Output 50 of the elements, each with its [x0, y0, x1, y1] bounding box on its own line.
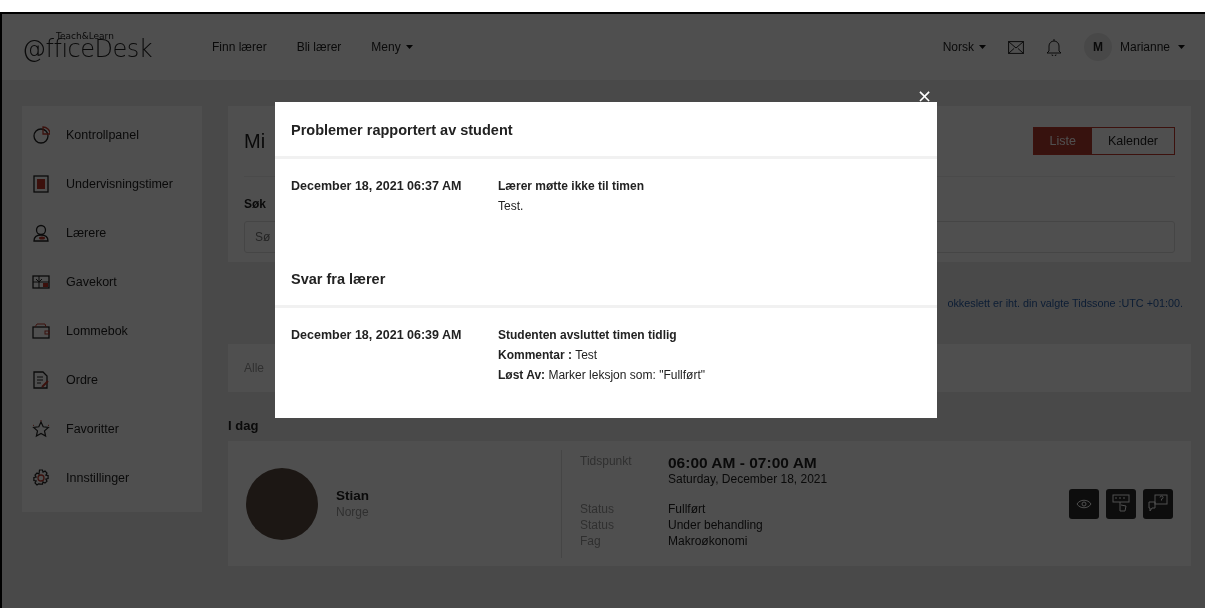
- sidebar-item[interactable]: Lommebok: [22, 306, 202, 355]
- settings-icon: [32, 468, 50, 487]
- search-label: Søk: [244, 197, 266, 211]
- section-heading: I dag: [228, 418, 260, 433]
- eye-icon[interactable]: [1069, 488, 1099, 519]
- sidebar-item[interactable]: Innstillinger: [22, 453, 202, 502]
- dialog-section-title: Svar fra lærer: [275, 249, 937, 308]
- report-heading: Studenten avsluttet timen tidlig: [498, 328, 678, 342]
- report-text: Test.: [498, 199, 525, 213]
- sidebar-item[interactable]: Gavekort: [22, 257, 202, 306]
- document-icon: [32, 370, 50, 389]
- nav-link[interactable]: Bli lærer: [296, 40, 342, 54]
- lesson-time: 06:00 AM - 07:00 AM: [668, 453, 818, 472]
- person-icon: [32, 223, 50, 242]
- sidebar-item[interactable]: Kontrollpanel: [22, 110, 202, 159]
- caret-icon: [405, 45, 413, 49]
- user-avatar: M: [1083, 33, 1112, 61]
- app-logo[interactable]: Teach&Learn @fficeDesk: [22, 31, 192, 63]
- report-heading: Lærer møtte ikke til timen: [498, 179, 646, 193]
- user-menu[interactable]: M Marianne: [1083, 33, 1185, 61]
- caret-icon: [1178, 45, 1185, 49]
- caret-icon: [978, 45, 986, 49]
- chat-question-icon[interactable]: [1143, 488, 1173, 519]
- dialog-section-title: Problemer rapportert av student: [275, 102, 937, 159]
- teacher-name: Stian: [336, 488, 370, 503]
- keypad-hand-icon[interactable]: [1106, 488, 1136, 519]
- report-date: December 18, 2021 06:39 AM: [291, 328, 463, 344]
- lesson-date: Saturday, December 18, 2021: [668, 471, 829, 486]
- wallet-icon: [32, 321, 50, 340]
- mail-icon[interactable]: [1007, 40, 1024, 54]
- nav-link[interactable]: Finn lærer: [212, 40, 267, 54]
- field-value: Fullført: [668, 501, 707, 516]
- sidebar-item[interactable]: Ordre: [22, 355, 202, 404]
- report-text: Kommentar : Test: [498, 348, 599, 362]
- report-date: December 18, 2021 06:37 AM: [291, 179, 463, 195]
- menu-dropdown[interactable]: Meny: [371, 40, 413, 54]
- view-toggle-tab[interactable]: Liste: [1033, 128, 1092, 154]
- gift-card-icon: [32, 272, 50, 291]
- pie-chart-icon: [32, 125, 50, 144]
- star-icon: [32, 419, 50, 438]
- sidebar-item[interactable]: Lærere: [22, 208, 202, 257]
- bell-icon[interactable]: [1045, 38, 1062, 56]
- language-dropdown[interactable]: Norsk: [942, 40, 986, 54]
- book-icon: [32, 174, 50, 193]
- field-value: Makroøkonomi: [668, 533, 749, 548]
- report-text: Løst Av: Marker leksjon som: "Fullført": [498, 368, 706, 382]
- field-value: Under behandling: [668, 517, 764, 532]
- page-title: Mi: [244, 129, 266, 152]
- sidebar-item[interactable]: Undervisningstimer: [22, 159, 202, 208]
- sidebar-item[interactable]: Favoritter: [22, 404, 202, 453]
